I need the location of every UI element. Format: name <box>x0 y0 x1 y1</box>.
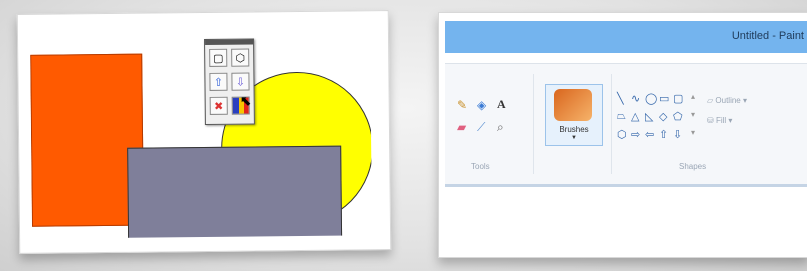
rounded-rectangle-shape-icon[interactable]: ▢ <box>673 92 683 105</box>
shape-tool-palette: ▢ ⬡ ⇧ ⇩ ✖ <box>204 38 255 125</box>
gallery-scroll-down-icon[interactable]: ▾ <box>691 110 695 119</box>
shapes-group-label: Shapes <box>679 162 707 171</box>
paint-title-bar: Untitled - Paint <box>445 21 807 53</box>
chevron-down-icon: ▼ <box>571 135 577 141</box>
left-arrow-shape-icon[interactable]: ⇦ <box>645 128 654 141</box>
pentagon-shape-icon[interactable]: ⬠ <box>673 110 683 123</box>
paint-brush-icon <box>554 89 592 121</box>
fill-bucket-icon[interactable]: ◈ <box>477 98 486 112</box>
ribbon-divider <box>611 74 612 174</box>
brushes-label: Brushes <box>559 125 589 134</box>
text-tool-icon[interactable]: A <box>497 97 506 112</box>
gallery-expand-icon[interactable]: ▾ <box>691 128 695 137</box>
brushes-button[interactable]: Brushes ▼ <box>545 84 603 146</box>
curve-shape-icon[interactable]: ∿ <box>631 92 640 105</box>
rectangle-shape-icon[interactable]: ▭ <box>659 92 669 105</box>
magnifier-icon[interactable]: ⌕ <box>497 120 504 135</box>
ribbon-divider <box>533 74 534 174</box>
paint-ribbon: ✎ ◈ A ▰ ⟋ ⌕ Tools Brushes ▼ ╲ ∿ ◯ ▭ ▢ ⏢ … <box>445 63 807 187</box>
fill-icon: ⛁ <box>707 116 714 125</box>
color-picker-icon[interactable]: ⟋ <box>477 120 485 135</box>
triangle-shape-icon[interactable]: △ <box>631 110 639 123</box>
outline-dropdown[interactable]: ▱ Outline ▾ <box>707 96 747 105</box>
down-arrow-shape-icon[interactable]: ⇩ <box>673 128 682 141</box>
tools-group-label: Tools <box>471 162 490 171</box>
square-shape-icon[interactable]: ▢ <box>209 48 228 67</box>
up-arrow-shape-icon[interactable]: ⇧ <box>659 128 668 141</box>
delete-shape-icon[interactable]: ✖ <box>209 96 228 115</box>
hexagon-shape-icon[interactable]: ⬡ <box>617 128 627 141</box>
polygon-shape-icon[interactable]: ⏢ <box>617 110 626 123</box>
window-title: Untitled - Paint <box>731 30 804 42</box>
paint-canvas-area[interactable] <box>445 187 807 253</box>
right-screenshot-card: Untitled - Paint ✎ ◈ A ▰ ⟋ ⌕ Tools Brush… <box>438 12 807 258</box>
pencil-icon[interactable]: ✎ <box>457 98 467 112</box>
chevron-down-icon: ▾ <box>728 116 733 125</box>
send-backward-icon[interactable]: ⇩ <box>231 72 250 91</box>
outline-icon: ▱ <box>707 96 714 105</box>
palette-title-bar[interactable] <box>205 39 254 45</box>
right-triangle-shape-icon[interactable]: ◺ <box>645 110 653 123</box>
left-screenshot-card: ▢ ⬡ ⇧ ⇩ ✖ ⬉ <box>16 10 392 254</box>
outline-label: Outline <box>715 96 741 105</box>
diamond-shape-icon[interactable]: ◇ <box>659 110 667 123</box>
right-arrow-shape-icon[interactable]: ⇨ <box>631 128 640 141</box>
fill-dropdown[interactable]: ⛁ Fill ▾ <box>707 116 732 125</box>
drawing-canvas[interactable]: ▢ ⬡ ⇧ ⇩ ✖ ⬉ <box>29 23 373 239</box>
bring-forward-icon[interactable]: ⇧ <box>209 72 228 91</box>
fill-label: Fill <box>715 116 727 125</box>
line-shape-icon[interactable]: ╲ <box>617 92 624 105</box>
gallery-scroll-up-icon[interactable]: ▴ <box>691 92 695 101</box>
hexagon-shape-icon[interactable]: ⬡ <box>231 48 250 67</box>
slate-rectangle-shape[interactable] <box>127 145 343 239</box>
eraser-icon[interactable]: ▰ <box>457 120 466 134</box>
mouse-cursor-icon: ⬉ <box>239 92 252 109</box>
oval-shape-icon[interactable]: ◯ <box>645 92 657 105</box>
chevron-down-icon: ▾ <box>742 96 747 105</box>
